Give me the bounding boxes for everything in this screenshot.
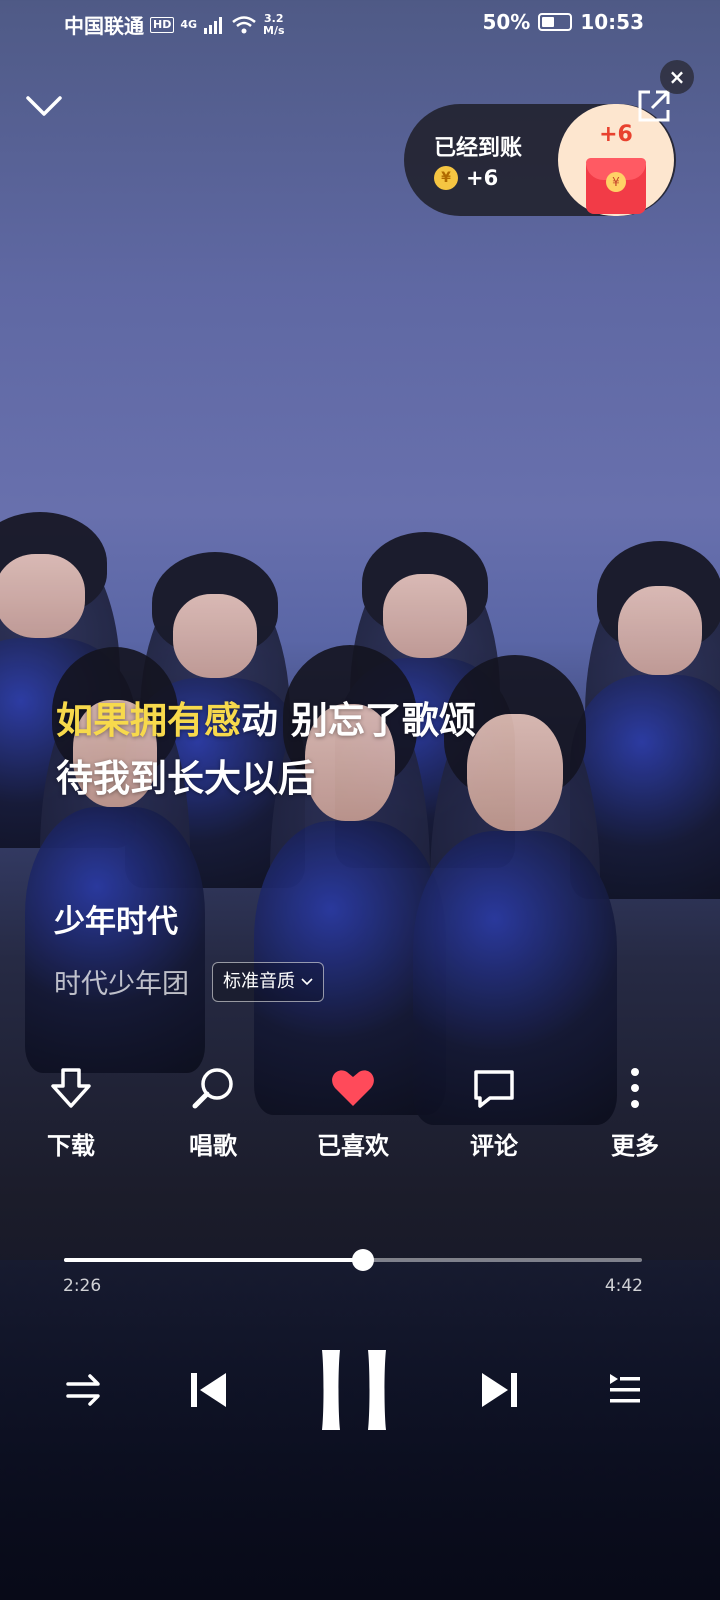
carrier-name: 中国联通 <box>64 14 144 38</box>
chevron-down-icon <box>26 96 62 116</box>
chevron-down-icon <box>301 978 313 986</box>
pause-icon <box>322 1350 386 1430</box>
artist-name[interactable]: 时代少年团 <box>54 962 189 1001</box>
network-type: 4G <box>180 18 198 31</box>
action-row: 下载 唱歌 已喜欢 评论 更多 <box>0 1064 720 1174</box>
more-icon <box>631 1068 639 1108</box>
lyric-line-next: 待我到长大以后 <box>56 757 315 800</box>
like-label: 已喜欢 <box>317 1132 389 1160</box>
battery-icon <box>538 13 573 31</box>
pause-button[interactable] <box>316 1348 392 1436</box>
sing-button[interactable]: 唱歌 <box>163 1064 263 1161</box>
coin-reward: ¥ +6 <box>434 166 498 190</box>
sing-label: 唱歌 <box>189 1132 237 1160</box>
network-speed-unit: M/s <box>263 23 285 37</box>
progress-slider[interactable] <box>64 1249 642 1271</box>
current-time: 2:26 <box>63 1276 102 1296</box>
close-reward-button[interactable]: × <box>660 60 694 94</box>
packet-seal: ¥ <box>606 172 626 192</box>
network-speed: 3.2 M/s <box>263 12 285 37</box>
audio-quality-selector[interactable]: 标准音质 <box>212 962 324 1002</box>
more-button[interactable]: 更多 <box>585 1064 685 1161</box>
download-icon <box>51 1068 91 1108</box>
playlist-icon <box>610 1374 640 1403</box>
lyric-line-current: 如果拥有感动 别忘了歌颂 <box>56 692 476 750</box>
progress-fill <box>64 1258 364 1262</box>
lyric-sung-part: 如果拥有感 <box>56 699 241 742</box>
hd-badge: HD <box>150 16 175 33</box>
previous-track-button[interactable] <box>186 1368 230 1416</box>
playlist-button[interactable] <box>604 1370 644 1414</box>
like-button[interactable]: 已喜欢 <box>303 1064 403 1161</box>
playback-controls <box>0 1340 720 1440</box>
comment-label: 评论 <box>470 1132 518 1160</box>
signal-icon <box>204 16 223 34</box>
status-bar: 中国联通 HD 4G 3.2 M/s 50% 10:53 <box>0 0 720 48</box>
microphone-icon <box>192 1068 233 1109</box>
battery-percent: 50% <box>482 10 531 34</box>
lyric-unsung-part: 动 别忘了歌颂 <box>241 699 476 742</box>
total-time: 4:42 <box>604 1276 643 1296</box>
sequential-play-icon <box>66 1374 100 1406</box>
play-mode-button[interactable] <box>64 1370 104 1414</box>
comment-icon <box>474 1070 514 1108</box>
comment-button[interactable]: 评论 <box>444 1064 544 1161</box>
collapse-player-button[interactable] <box>24 86 64 126</box>
reward-title: 已经到账 <box>434 136 523 161</box>
download-label: 下载 <box>47 1132 95 1160</box>
red-packet-icon: ¥ <box>586 158 646 214</box>
more-label: 更多 <box>611 1132 659 1160</box>
heart-icon <box>332 1070 374 1106</box>
coin-amount: +6 <box>466 166 499 190</box>
next-track-button[interactable] <box>478 1368 522 1416</box>
audio-quality-label: 标准音质 <box>223 971 295 992</box>
skip-previous-icon <box>191 1373 226 1407</box>
skip-next-icon <box>482 1373 517 1407</box>
lyrics-panel[interactable]: 如果拥有感动 别忘了歌颂 待我到长大以后 <box>56 692 476 808</box>
wifi-icon <box>232 15 256 33</box>
clock: 10:53 <box>580 10 644 34</box>
coin-icon: ¥ <box>434 166 458 190</box>
download-button[interactable]: 下载 <box>21 1064 121 1161</box>
song-title[interactable]: 少年时代 <box>54 896 178 941</box>
progress-thumb[interactable] <box>352 1249 375 1271</box>
